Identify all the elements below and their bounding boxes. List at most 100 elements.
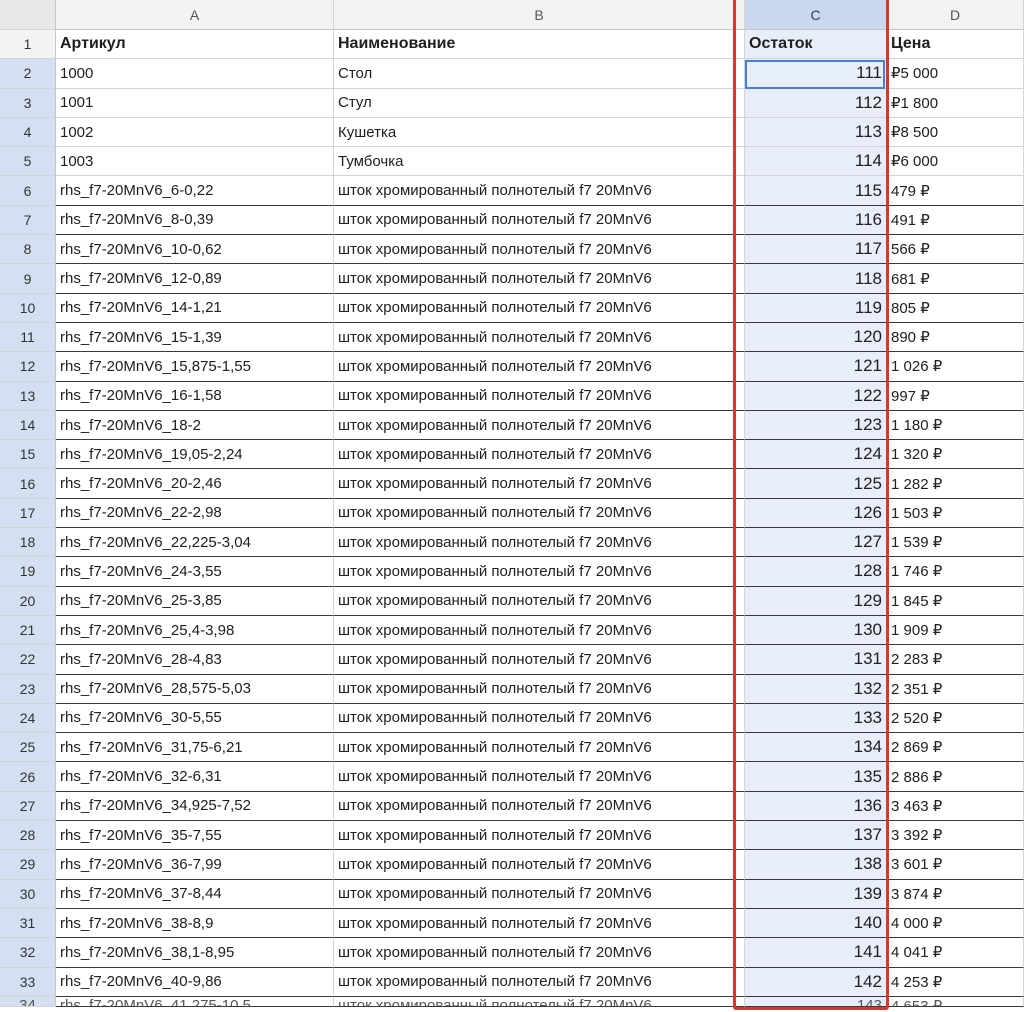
cell-name[interactable]: шток хромированный полнотелый f7 20MnV6 <box>334 821 745 851</box>
cell-price[interactable]: 681 ₽ <box>887 264 1024 294</box>
cell-stock[interactable]: 119 <box>745 293 887 323</box>
cell-name[interactable]: шток хромированный полнотелый f7 20MnV6 <box>334 440 745 470</box>
row-header[interactable]: 8 <box>0 235 56 265</box>
cell-stock[interactable]: 143 <box>745 996 887 1007</box>
cell-stock[interactable]: 130 <box>745 615 887 646</box>
cell-stock[interactable]: 137 <box>745 821 887 851</box>
cell-name[interactable]: шток хромированный полнотелый f7 20MnV6 <box>334 645 745 675</box>
cell-price[interactable]: ₽8 500 <box>887 117 1024 148</box>
cell-stock[interactable]: 142 <box>745 967 887 997</box>
header-cell-price[interactable]: Цена <box>887 30 1024 60</box>
cell-name[interactable]: шток хромированный полнотелый f7 20MnV6 <box>334 176 745 206</box>
cell-name[interactable]: шток хромированный полнотелый f7 20MnV6 <box>334 586 745 616</box>
cell-name[interactable]: шток хромированный полнотелый f7 20MnV6 <box>334 410 745 441</box>
cell-price[interactable]: ₽6 000 <box>887 147 1024 177</box>
cell-price[interactable]: 566 ₽ <box>887 235 1024 265</box>
cell-name[interactable]: шток хромированный полнотелый f7 20MnV6 <box>334 235 745 265</box>
cell-article[interactable]: rhs_f7-20MnV6_12-0,89 <box>56 264 334 294</box>
cell-stock[interactable]: 134 <box>745 733 887 763</box>
cell-article[interactable]: rhs_f7-20MnV6_28,575-5,03 <box>56 674 334 704</box>
cell-stock[interactable]: 116 <box>745 205 887 236</box>
cell-stock[interactable]: 129 <box>745 586 887 616</box>
row-header[interactable]: 5 <box>0 147 56 177</box>
column-header-b[interactable]: B <box>334 0 745 30</box>
cell-article[interactable]: rhs_f7-20MnV6_38-8,9 <box>56 908 334 939</box>
cell-price[interactable]: ₽5 000 <box>887 59 1024 89</box>
cell-name[interactable]: шток хромированный полнотелый f7 20MnV6 <box>334 264 745 294</box>
row-header[interactable]: 3 <box>0 88 56 118</box>
cell-article[interactable]: rhs_f7-20MnV6_24-3,55 <box>56 557 334 587</box>
cell-name[interactable]: шток хромированный полнотелый f7 20MnV6 <box>334 967 745 997</box>
cell-article[interactable]: rhs_f7-20MnV6_22-2,98 <box>56 498 334 529</box>
cell-stock[interactable]: 131 <box>745 645 887 675</box>
row-header[interactable]: 34 <box>0 996 56 1007</box>
cell-name[interactable]: шток хромированный полнотелый f7 20MnV6 <box>334 205 745 236</box>
cell-stock[interactable]: 115 <box>745 176 887 206</box>
cell-stock[interactable]: 128 <box>745 557 887 587</box>
cell-article[interactable]: rhs_f7-20MnV6_28-4,83 <box>56 645 334 675</box>
cell-article[interactable]: 1002 <box>56 117 334 148</box>
cell-stock[interactable]: 112 <box>745 88 887 118</box>
cell-name[interactable]: шток хромированный полнотелый f7 20MnV6 <box>334 908 745 939</box>
cell-name[interactable]: шток хромированный полнотелый f7 20MnV6 <box>334 850 745 880</box>
cell-name[interactable]: Стол <box>334 59 745 89</box>
cell-price[interactable]: ₽1 800 <box>887 88 1024 118</box>
cell-article[interactable]: rhs_f7-20MnV6_18-2 <box>56 410 334 441</box>
cell-stock[interactable]: 126 <box>745 498 887 529</box>
cell-name[interactable]: шток хромированный полнотелый f7 20MnV6 <box>334 762 745 792</box>
cell-price[interactable]: 1 282 ₽ <box>887 469 1024 499</box>
cell-stock[interactable]: 118 <box>745 264 887 294</box>
cell-name[interactable]: шток хромированный полнотелый f7 20MnV6 <box>334 879 745 909</box>
cell-article[interactable]: rhs_f7-20MnV6_22,225-3,04 <box>56 528 334 558</box>
column-header-c[interactable]: C <box>745 0 887 30</box>
row-header[interactable]: 9 <box>0 264 56 294</box>
cell-price[interactable]: 4 653 ₽ <box>887 996 1024 1007</box>
cell-article[interactable]: rhs_f7-20MnV6_15-1,39 <box>56 322 334 353</box>
cell-article[interactable]: 1000 <box>56 59 334 89</box>
row-header[interactable]: 14 <box>0 410 56 441</box>
cell-price[interactable]: 3 392 ₽ <box>887 821 1024 851</box>
row-header[interactable]: 23 <box>0 674 56 704</box>
cell-article[interactable]: rhs_f7-20MnV6_19,05-2,24 <box>56 440 334 470</box>
cell-stock[interactable]: 138 <box>745 850 887 880</box>
row-header[interactable]: 15 <box>0 440 56 470</box>
cell-name[interactable]: шток хромированный полнотелый f7 20MnV6 <box>334 469 745 499</box>
cell-name[interactable]: шток хромированный полнотелый f7 20MnV6 <box>334 528 745 558</box>
cell-article[interactable]: rhs_f7-20MnV6_31,75-6,21 <box>56 733 334 763</box>
row-header[interactable]: 27 <box>0 791 56 822</box>
cell-stock[interactable]: 123 <box>745 410 887 441</box>
select-all-corner[interactable] <box>0 0 56 30</box>
cell-stock[interactable]: 136 <box>745 791 887 822</box>
column-header-a[interactable]: A <box>56 0 334 30</box>
cell-name[interactable]: шток хромированный полнотелый f7 20MnV6 <box>334 557 745 587</box>
cell-price[interactable]: 2 869 ₽ <box>887 733 1024 763</box>
cell-article[interactable]: rhs_f7-20MnV6_6-0,22 <box>56 176 334 206</box>
row-header[interactable]: 1 <box>0 30 56 60</box>
cell-name[interactable]: шток хромированный полнотелый f7 20MnV6 <box>334 791 745 822</box>
row-header[interactable]: 16 <box>0 469 56 499</box>
row-header[interactable]: 12 <box>0 352 56 382</box>
cell-name[interactable]: шток хромированный полнотелый f7 20MnV6 <box>334 381 745 411</box>
cell-price[interactable]: 3 463 ₽ <box>887 791 1024 822</box>
cell-price[interactable]: 3 601 ₽ <box>887 850 1024 880</box>
cell-price[interactable]: 2 351 ₽ <box>887 674 1024 704</box>
cell-stock[interactable]: 127 <box>745 528 887 558</box>
row-header[interactable]: 28 <box>0 821 56 851</box>
row-header[interactable]: 17 <box>0 498 56 529</box>
cell-name[interactable]: шток хромированный полнотелый f7 20MnV6 <box>334 352 745 382</box>
cell-article[interactable]: rhs_f7-20MnV6_8-0,39 <box>56 205 334 236</box>
cell-name[interactable]: Кушетка <box>334 117 745 148</box>
cell-price[interactable]: 4 000 ₽ <box>887 908 1024 939</box>
row-header[interactable]: 32 <box>0 938 56 968</box>
cell-stock[interactable]: 122 <box>745 381 887 411</box>
row-header[interactable]: 21 <box>0 615 56 646</box>
cell-name[interactable]: Тумбочка <box>334 147 745 177</box>
cell-article[interactable]: rhs_f7-20MnV6_25,4-3,98 <box>56 615 334 646</box>
cell-stock[interactable]: 135 <box>745 762 887 792</box>
cell-stock[interactable]: 139 <box>745 879 887 909</box>
row-header[interactable]: 25 <box>0 733 56 763</box>
cell-price[interactable]: 1 320 ₽ <box>887 440 1024 470</box>
cell-price[interactable]: 1 503 ₽ <box>887 498 1024 529</box>
cell-article[interactable]: 1001 <box>56 88 334 118</box>
cell-price[interactable]: 491 ₽ <box>887 205 1024 236</box>
